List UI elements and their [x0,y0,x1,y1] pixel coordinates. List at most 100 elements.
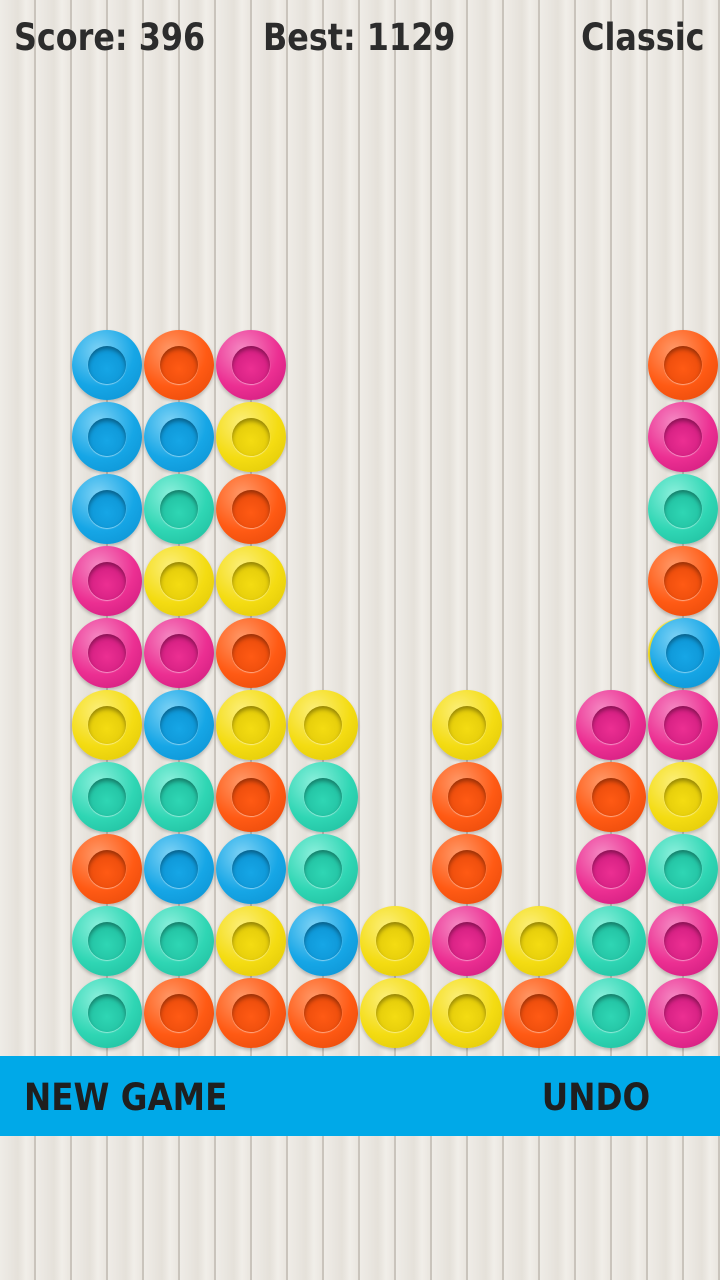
magenta-piece[interactable] [648,978,718,1048]
yellow-piece[interactable] [216,690,286,760]
yellow-piece-center [520,922,558,960]
orange-piece-center [88,850,126,888]
teal-piece[interactable] [144,906,214,976]
teal-piece[interactable] [648,834,718,904]
magenta-piece-center [88,562,126,600]
yellow-piece[interactable] [360,978,430,1048]
teal-piece[interactable] [72,978,142,1048]
magenta-piece-center [592,850,630,888]
teal-piece[interactable] [576,906,646,976]
blue-piece[interactable] [288,906,358,976]
blue-piece-center [88,346,126,384]
magenta-piece-center [664,418,702,456]
magenta-piece[interactable] [648,906,718,976]
magenta-piece[interactable] [216,330,286,400]
orange-piece[interactable] [144,978,214,1048]
orange-piece-center [304,994,342,1032]
yellow-piece[interactable] [648,762,718,832]
teal-piece-center [88,922,126,960]
yellow-piece[interactable] [72,690,142,760]
magenta-piece-center [664,994,702,1032]
orange-piece[interactable] [504,978,574,1048]
orange-piece-center [520,994,558,1032]
teal-piece-center [664,490,702,528]
magenta-piece-center [448,922,486,960]
yellow-piece-center [232,418,270,456]
teal-piece[interactable] [288,834,358,904]
yellow-piece[interactable] [216,546,286,616]
blue-piece[interactable] [72,402,142,472]
blue-piece[interactable] [144,834,214,904]
magenta-piece[interactable] [144,618,214,688]
yellow-piece[interactable] [432,690,502,760]
magenta-piece[interactable] [72,618,142,688]
game-board[interactable] [0,0,720,1060]
blue-piece-center [88,418,126,456]
orange-piece[interactable] [576,762,646,832]
magenta-piece-center [664,706,702,744]
orange-piece[interactable] [144,330,214,400]
teal-piece[interactable] [72,906,142,976]
teal-piece[interactable] [144,474,214,544]
yellow-piece-center [88,706,126,744]
yellow-piece[interactable] [360,906,430,976]
yellow-piece-center [232,922,270,960]
teal-piece-center [160,922,198,960]
orange-piece[interactable] [72,834,142,904]
blue-piece-center [160,850,198,888]
teal-piece-center [664,850,702,888]
teal-piece[interactable] [288,762,358,832]
blue-piece-center [304,922,342,960]
orange-piece[interactable] [648,546,718,616]
new-game-button[interactable]: NEW GAME [24,1056,227,1136]
yellow-piece-center [232,562,270,600]
orange-piece[interactable] [648,330,718,400]
yellow-piece-center [304,706,342,744]
magenta-piece-center [664,922,702,960]
teal-piece[interactable] [144,762,214,832]
blue-piece[interactable] [650,618,720,688]
orange-piece-center [232,634,270,672]
magenta-piece[interactable] [576,690,646,760]
yellow-piece[interactable] [288,690,358,760]
blue-piece[interactable] [72,330,142,400]
yellow-piece-center [448,706,486,744]
orange-piece[interactable] [432,762,502,832]
orange-piece[interactable] [216,978,286,1048]
teal-piece-center [304,778,342,816]
teal-piece-center [160,778,198,816]
orange-piece[interactable] [216,762,286,832]
undo-button[interactable]: UNDO [542,1056,650,1136]
teal-piece-center [592,994,630,1032]
orange-piece[interactable] [432,834,502,904]
orange-piece-center [160,994,198,1032]
yellow-piece[interactable] [216,906,286,976]
magenta-piece[interactable] [648,690,718,760]
magenta-piece[interactable] [432,906,502,976]
magenta-piece[interactable] [576,834,646,904]
orange-piece[interactable] [216,618,286,688]
blue-piece-center [232,850,270,888]
blue-piece[interactable] [216,834,286,904]
blue-piece-center [88,490,126,528]
teal-piece[interactable] [72,762,142,832]
orange-piece-center [160,346,198,384]
blue-piece[interactable] [72,474,142,544]
orange-piece[interactable] [216,474,286,544]
orange-piece-center [232,490,270,528]
yellow-piece[interactable] [216,402,286,472]
teal-piece[interactable] [648,474,718,544]
yellow-piece[interactable] [504,906,574,976]
blue-piece[interactable] [144,402,214,472]
teal-piece[interactable] [576,978,646,1048]
yellow-piece[interactable] [432,978,502,1048]
magenta-piece[interactable] [72,546,142,616]
teal-piece-center [88,994,126,1032]
blue-piece[interactable] [144,690,214,760]
orange-piece[interactable] [288,978,358,1048]
yellow-piece-center [448,994,486,1032]
magenta-piece-center [160,634,198,672]
blue-piece-center [160,418,198,456]
yellow-piece[interactable] [144,546,214,616]
magenta-piece[interactable] [648,402,718,472]
